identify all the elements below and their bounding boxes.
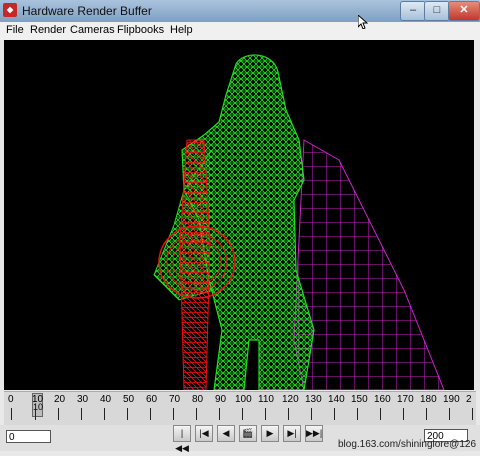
menu-flipbooks[interactable]: Flipbooks [117,24,164,36]
title-bar: Hardware Render Buffer – □ ✕ [0,0,480,23]
tick-label: 40 [100,394,112,405]
tick-label: 0 [8,394,14,405]
tick-label: 160 [374,394,391,405]
tick [242,408,243,420]
tick [196,408,197,420]
cloak-mesh [293,139,445,390]
tick [219,408,220,420]
tick [35,408,36,420]
tick [472,408,473,420]
tick [288,408,289,420]
tick [58,408,59,420]
tick-label: 60 [146,394,158,405]
tick-label: 70 [169,394,181,405]
tick [311,408,312,420]
tick [104,408,105,420]
figure-mesh [153,54,315,390]
tick-label: 2 [466,394,472,405]
menu-bar: File Render Cameras Flipbooks Help [0,22,480,40]
tick [426,408,427,420]
tick-label: 170 [397,394,414,405]
tick-label: 50 [123,394,135,405]
go-to-end-button[interactable]: ▶▶| [305,425,323,442]
menu-cameras[interactable]: Cameras [70,24,115,36]
tick [265,408,266,420]
window-title: Hardware Render Buffer [22,4,152,18]
tick [11,408,12,420]
tick-label: 150 [351,394,368,405]
play-forward-button[interactable]: ▶ [261,425,279,442]
tick-label: 80 [192,394,204,405]
menu-render[interactable]: Render [30,24,66,36]
tick [334,408,335,420]
mouse-cursor-icon [358,15,368,29]
maximize-button[interactable]: □ [424,1,450,21]
tick [173,408,174,420]
tick [150,408,151,420]
step-back-key-button[interactable]: |◀ [195,425,213,442]
tick [449,408,450,420]
tick [403,408,404,420]
tick-label: 190 [443,394,460,405]
step-forward-key-button[interactable]: ▶| [283,425,301,442]
wireframe-render [153,54,445,390]
play-backward-button[interactable]: ◀ [217,425,235,442]
tick-label: 110 [258,394,274,405]
watermark-text: blog.163.com/shininglore@126 [338,439,477,450]
clapper-icon[interactable]: 🎬 [239,425,257,442]
tick-label: 30 [77,394,89,405]
tick-label: 140 [328,394,345,405]
tick [357,408,358,420]
render-viewport[interactable] [4,40,474,390]
close-button[interactable]: ✕ [448,1,480,21]
time-slider[interactable]: 0 10 20 30 40 50 60 70 80 90 100 110 120… [4,391,476,425]
menu-help[interactable]: Help [170,24,193,36]
tick [380,408,381,420]
tick-label: 100 [235,394,252,405]
tick-label: 120 [282,394,299,405]
menu-file[interactable]: File [6,24,24,36]
tick-label: 20 [54,394,66,405]
go-to-start-button[interactable]: |◀◀ [173,425,191,453]
tick [81,408,82,420]
playback-bar: 0 |◀◀ |◀ ◀ 🎬 ▶ ▶| ▶▶| 200 blog.163.com/s… [0,425,480,453]
app-icon [3,3,17,17]
tick-label: 90 [215,394,227,405]
tick [127,408,128,420]
minimize-button[interactable]: – [400,1,426,21]
start-frame-field[interactable]: 0 [6,430,51,443]
tick-label: 180 [420,394,437,405]
tick-label: 130 [305,394,322,405]
